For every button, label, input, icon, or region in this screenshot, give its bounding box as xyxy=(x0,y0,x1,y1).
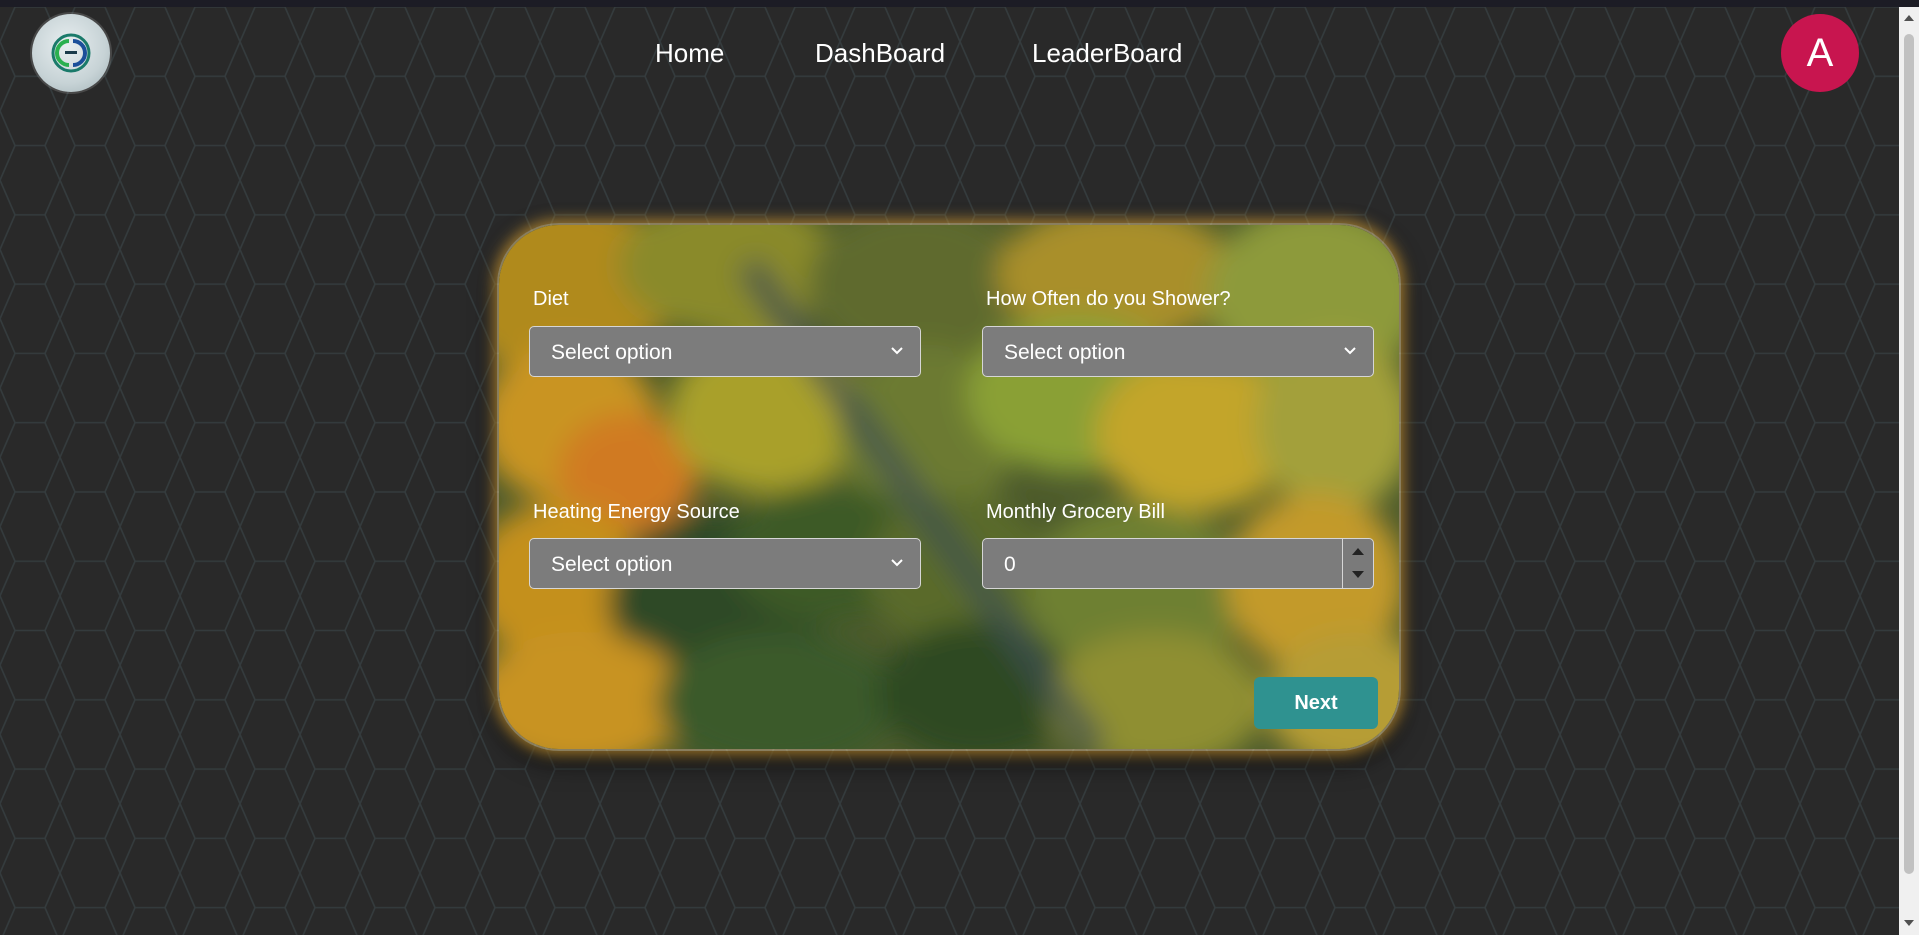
shower-label: How Often do you Shower? xyxy=(986,288,1231,310)
top-strip xyxy=(0,0,1919,7)
nav-dashboard[interactable]: DashBoard xyxy=(815,38,945,69)
scroll-up-icon[interactable] xyxy=(1903,13,1915,23)
next-button[interactable]: Next xyxy=(1254,677,1378,729)
questionnaire-card: Diet Select option How Often do you Show… xyxy=(497,223,1401,751)
diet-select-value: Select option xyxy=(551,341,673,364)
user-avatar[interactable]: A xyxy=(1781,14,1859,92)
nav-home[interactable]: Home xyxy=(655,38,724,69)
grocery-number-value: 0 xyxy=(1004,553,1016,576)
heating-select[interactable]: Select option xyxy=(529,538,921,589)
main-nav: Home DashBoard LeaderBoard xyxy=(0,38,1899,68)
spin-down-icon xyxy=(1352,571,1364,578)
scroll-thumb[interactable] xyxy=(1904,34,1914,874)
diet-select[interactable]: Select option xyxy=(529,326,921,377)
spin-up-button[interactable] xyxy=(1343,539,1373,563)
shower-select[interactable]: Select option xyxy=(982,326,1374,377)
grocery-number-input[interactable]: 0 xyxy=(982,538,1374,589)
spin-up-icon xyxy=(1352,548,1364,555)
grocery-label: Monthly Grocery Bill xyxy=(986,501,1165,523)
nav-leaderboard[interactable]: LeaderBoard xyxy=(1032,38,1182,69)
heating-select-value: Select option xyxy=(551,553,673,576)
spin-down-button[interactable] xyxy=(1343,564,1373,588)
scroll-down-icon[interactable] xyxy=(1903,918,1915,928)
heating-label: Heating Energy Source xyxy=(533,501,740,523)
number-spinner xyxy=(1342,539,1373,588)
shower-select-value: Select option xyxy=(1004,341,1126,364)
diet-label: Diet xyxy=(533,288,569,310)
chevron-down-icon xyxy=(891,559,903,567)
forest-background-image xyxy=(499,225,1399,749)
chevron-down-icon xyxy=(1344,347,1356,355)
vertical-scrollbar[interactable] xyxy=(1899,7,1919,935)
chevron-down-icon xyxy=(891,347,903,355)
